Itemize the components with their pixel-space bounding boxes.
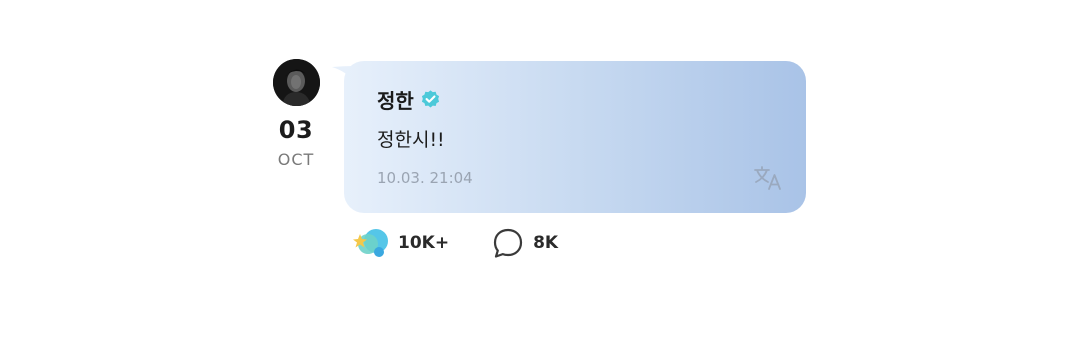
message-timestamp: 10.03. 21:04: [377, 169, 473, 187]
comment-button[interactable]: 8K: [491, 226, 558, 260]
author-name[interactable]: 정한: [377, 85, 414, 114]
comment-bubble-icon: [493, 228, 523, 258]
message-text: 정한시!!: [377, 129, 445, 151]
comment-count: 8K: [533, 233, 559, 253]
like-count: 10K+: [398, 233, 450, 253]
verified-badge-icon: [421, 90, 439, 108]
avatar[interactable]: [273, 59, 320, 106]
reaction-bar: 10K+ 8K: [352, 226, 558, 260]
post-card: 03 OCT 정한 정한시!! 10.03. 21:04 10K+ 8K: [0, 0, 1080, 360]
like-button[interactable]: 10K+: [352, 226, 449, 260]
avatar-image: [273, 59, 320, 106]
post-date-month: OCT: [277, 150, 315, 169]
message-bubble[interactable]: 정한 정한시!! 10.03. 21:04: [344, 61, 806, 213]
like-reaction-icon: [353, 229, 388, 257]
author-row: 정한: [377, 85, 441, 114]
post-date-day: 03: [278, 116, 314, 144]
translate-icon[interactable]: [752, 163, 784, 191]
